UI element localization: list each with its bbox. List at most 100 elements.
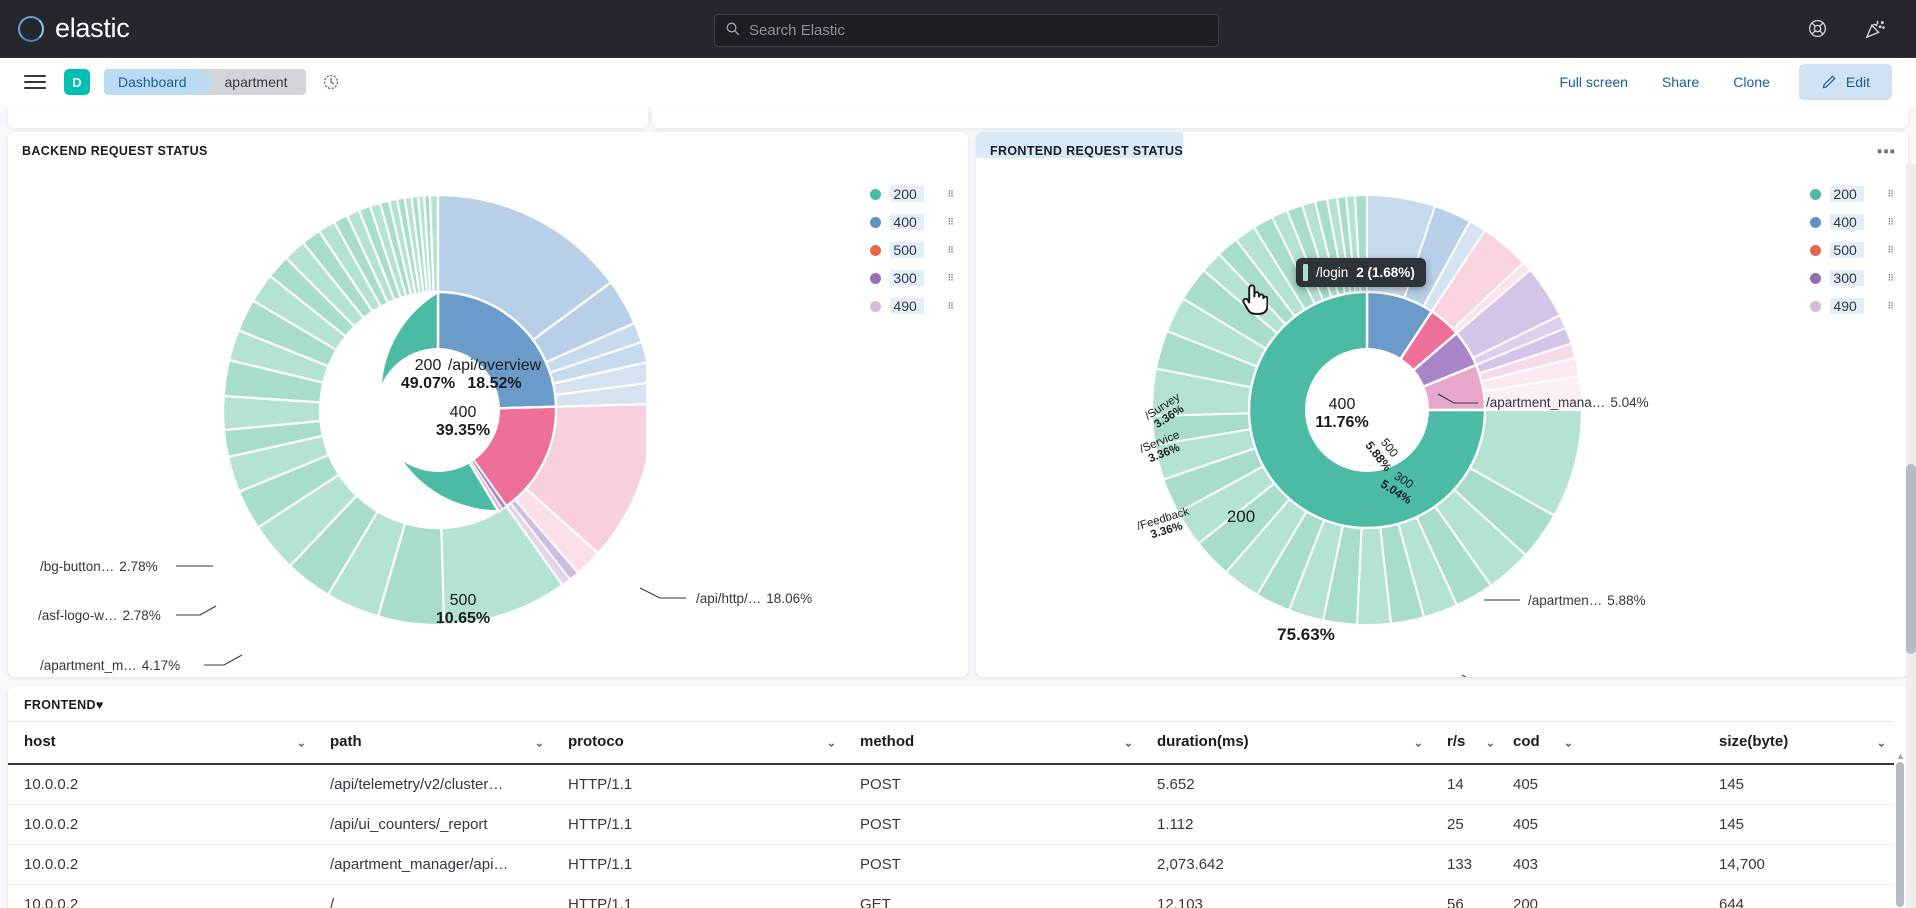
tooltip-value: 2 (1.68%): [1356, 265, 1415, 280]
legend-item-490[interactable]: 490 ⠿: [1810, 292, 1894, 320]
chevron-down-icon[interactable]: ⌄: [297, 736, 306, 749]
legend-label: 300: [1830, 270, 1865, 286]
clock-icon[interactable]: [322, 73, 340, 91]
legend-color-dot: [870, 272, 882, 284]
search-icon: [725, 21, 740, 41]
legend-label: 400: [890, 214, 925, 230]
cell-rs: 56: [1431, 884, 1503, 908]
cell-method: POST: [844, 844, 1141, 885]
legend-label: 500: [890, 242, 925, 258]
legend-actions-icon[interactable]: ⠿: [1887, 302, 1894, 311]
mouse-cursor-pointer-icon: [1240, 282, 1269, 321]
elastic-logo[interactable]: elastic: [0, 13, 130, 44]
table-header-row: host ⌄ path ⌄ protoco ⌄ method ⌄ duration(ms…: [8, 721, 1894, 765]
legend-item-400[interactable]: 400 ⠿: [1810, 208, 1894, 236]
cell-size: 644: [1663, 884, 1894, 908]
confetti-icon[interactable]: [1864, 18, 1886, 40]
legend-actions-icon[interactable]: ⠿: [947, 218, 954, 227]
cell-method: GET: [844, 884, 1141, 908]
breadcrumb-item-dashboard[interactable]: Dashboard: [104, 69, 214, 95]
full-screen-button[interactable]: Full screen: [1542, 74, 1644, 90]
legend-actions-icon[interactable]: ⠿: [947, 246, 954, 255]
table-body: 10.0.0.2 /api/telemetry/v2/cluster… HTTP…: [8, 764, 1894, 908]
table-row[interactable]: 10.0.0.2 / HTTP/1.1 GET 12.103 56 200 64…: [8, 884, 1894, 908]
page-scrollbar[interactable]: [1906, 164, 1916, 908]
chevron-down-icon[interactable]: ⌄: [1564, 736, 1573, 749]
column-header-cod[interactable]: cod ⌄: [1503, 721, 1663, 765]
legend-actions-icon[interactable]: ⠿: [947, 190, 954, 199]
table-scrollbar[interactable]: ▲: [1896, 752, 1905, 908]
legend-item-490[interactable]: 490 ⠿: [870, 292, 954, 320]
cell-cod: 405: [1503, 804, 1663, 845]
edit-button[interactable]: Edit: [1798, 64, 1892, 100]
chevron-down-icon[interactable]: ⌄: [1877, 736, 1886, 749]
column-header-path[interactable]: path ⌄: [314, 721, 552, 765]
lifebuoy-icon[interactable]: [1807, 18, 1828, 39]
cell-protoco: HTTP/1.1: [552, 764, 844, 805]
cell-host: 10.0.0.2: [8, 844, 314, 885]
tooltip-label: /login: [1316, 265, 1349, 280]
breadcrumb-item-apartment[interactable]: apartment: [200, 69, 306, 95]
legend-item-500[interactable]: 500 ⠿: [870, 236, 954, 264]
tooltip-color-swatch: [1303, 264, 1308, 281]
column-header-duration[interactable]: duration(ms) ⌄: [1141, 721, 1431, 765]
cell-duration: 12.103: [1141, 884, 1431, 908]
legend-actions-icon[interactable]: ⠿: [1887, 218, 1894, 227]
table-row[interactable]: 10.0.0.2 /api/telemetry/v2/cluster… HTTP…: [8, 764, 1894, 805]
legend-actions-icon[interactable]: ⠿: [1887, 190, 1894, 199]
legend-color-dot: [870, 216, 882, 228]
chevron-down-icon[interactable]: ⌄: [535, 736, 544, 749]
legend-item-200[interactable]: 200 ⠿: [1810, 180, 1894, 208]
cell-method: POST: [844, 804, 1141, 845]
cell-size: 145: [1663, 804, 1894, 845]
chevron-down-icon[interactable]: ⌄: [1124, 736, 1133, 749]
legend-item-300[interactable]: 300 ⠿: [870, 264, 954, 292]
menu-toggle-icon[interactable]: [24, 74, 46, 90]
cell-path: /apartment_manager/api…: [314, 844, 552, 885]
column-header-protoco[interactable]: protoco ⌄: [552, 721, 844, 765]
chevron-down-icon[interactable]: ⌄: [827, 736, 836, 749]
global-search[interactable]: [714, 14, 1219, 47]
legend-actions-icon[interactable]: ⠿: [1887, 246, 1894, 255]
table-scroll-thumb[interactable]: [1896, 762, 1904, 907]
clone-button[interactable]: Clone: [1716, 74, 1787, 90]
backend-sunburst-chart[interactable]: 200 49.07% 400 39.35% 500 10.65% /api/ov…: [8, 132, 968, 677]
legend-actions-icon[interactable]: ⠿: [1887, 274, 1894, 283]
legend-color-dot: [870, 300, 882, 312]
search-input[interactable]: [749, 22, 1208, 39]
legend-item-400[interactable]: 400 ⠿: [870, 208, 954, 236]
legend-item-300[interactable]: 300 ⠿: [1810, 264, 1894, 292]
backend-legend[interactable]: 200 ⠿ 400 ⠿ 500 ⠿ 300 ⠿ 490 ⠿: [870, 180, 954, 320]
cell-rs: 133: [1431, 844, 1503, 885]
legend-label: 400: [1830, 214, 1865, 230]
cell-path: /: [314, 884, 552, 908]
cell-protoco: HTTP/1.1: [552, 804, 844, 845]
table-row[interactable]: 10.0.0.2 /apartment_manager/api… HTTP/1.…: [8, 844, 1894, 885]
page-scroll-thumb[interactable]: [1906, 464, 1916, 654]
frontend-sunburst-chart[interactable]: 200 75.63% 400 11.76% 500 5.88% 300 5.04…: [976, 132, 1908, 677]
legend-label: 490: [1830, 298, 1865, 314]
column-header-rs[interactable]: r/s ⌄: [1431, 721, 1503, 765]
space-avatar[interactable]: D: [64, 69, 90, 95]
column-header-host[interactable]: host ⌄: [8, 721, 314, 765]
column-header-method[interactable]: method ⌄: [844, 721, 1141, 765]
cell-rs: 25: [1431, 804, 1503, 845]
scroll-up-arrow-icon[interactable]: ▲: [1896, 752, 1905, 761]
breadcrumb: Dashboard apartment: [104, 69, 306, 95]
chevron-down-icon[interactable]: ⌄: [1414, 736, 1423, 749]
share-button[interactable]: Share: [1645, 74, 1716, 90]
legend-actions-icon[interactable]: ⠿: [947, 274, 954, 283]
frontend-legend[interactable]: 200 ⠿ 400 ⠿ 500 ⠿ 300 ⠿ 490 ⠿: [1810, 180, 1894, 320]
table-row[interactable]: 10.0.0.2 /api/ui_counters/_report HTTP/1…: [8, 804, 1894, 845]
cell-duration: 5.652: [1141, 764, 1431, 805]
legend-actions-icon[interactable]: ⠿: [947, 302, 954, 311]
chevron-down-icon[interactable]: ⌄: [1486, 736, 1495, 749]
chart-tooltip: /login 2 (1.68%): [1296, 258, 1426, 287]
cell-path: /api/ui_counters/_report: [314, 804, 552, 845]
legend-item-500[interactable]: 500 ⠿: [1810, 236, 1894, 264]
cell-cod: 403: [1503, 844, 1663, 885]
cell-size: 14,700: [1663, 844, 1894, 885]
legend-color-dot: [1810, 300, 1822, 312]
column-header-size[interactable]: size(byte) ⌄: [1663, 721, 1894, 765]
legend-item-200[interactable]: 200 ⠿: [870, 180, 954, 208]
